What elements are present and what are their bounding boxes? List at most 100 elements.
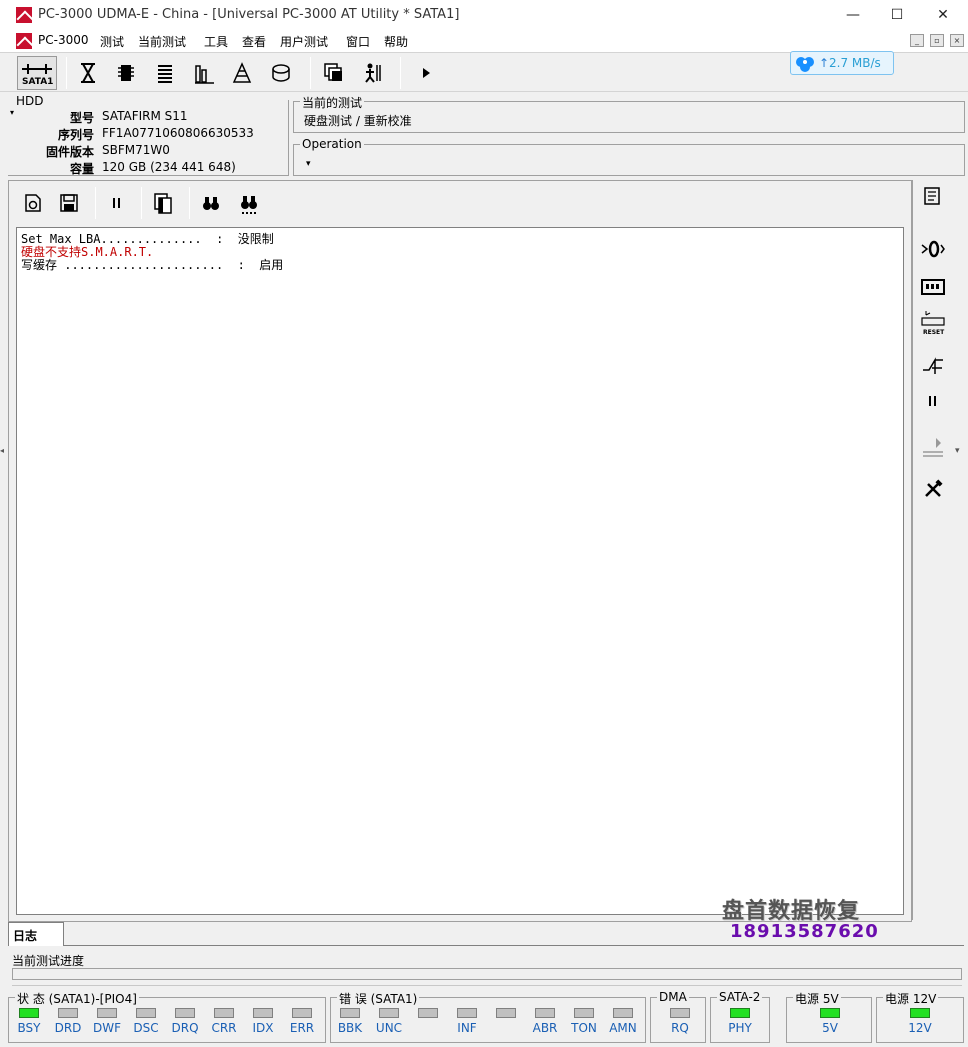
current-test-panel: 当前的测试 硬盘测试 / 重新校准 — [293, 94, 965, 133]
right-panel-expand-icon[interactable]: ▾ — [955, 446, 960, 456]
mdi-close-button[interactable]: × — [950, 34, 964, 47]
tools-icon[interactable] — [919, 476, 947, 502]
person-icon[interactable] — [360, 61, 384, 85]
chip-icon[interactable] — [114, 61, 138, 85]
mdi-restore-button[interactable]: ▫ — [930, 34, 944, 47]
speed-widget[interactable]: ↑ 2.7 MB/s — [790, 51, 894, 75]
status-group-power12: 电源 12V — [876, 990, 964, 1043]
status-group-power5: 电源 5V — [786, 990, 872, 1043]
app-logo-icon — [16, 7, 32, 23]
status-led — [379, 1008, 399, 1018]
serial-value: FF1A0771060806630533 — [102, 126, 254, 140]
title-bar: PC-3000 UDMA-E - China - [Universal PC-3… — [0, 0, 968, 30]
disabled-tool-icon — [919, 436, 947, 462]
operation-panel: Operation ▾ — [293, 137, 965, 176]
speed-value: 2.7 MB/s — [829, 56, 881, 70]
menu-user-test[interactable]: 用户测试 — [280, 33, 328, 50]
current-test-value: 硬盘测试 / 重新校准 — [304, 114, 412, 128]
zero-fill-icon[interactable] — [919, 236, 947, 262]
tower-icon[interactable] — [230, 61, 254, 85]
firmware-label: 固件版本 — [45, 145, 94, 159]
status-led — [730, 1008, 750, 1018]
status-led — [19, 1008, 39, 1018]
status-led — [910, 1008, 930, 1018]
find-icon[interactable] — [199, 191, 223, 215]
bar-chart-icon[interactable] — [192, 61, 216, 85]
menu-test[interactable]: 测试 — [100, 33, 124, 50]
close-button[interactable]: ✕ — [920, 0, 966, 30]
tab-divider — [64, 945, 964, 946]
status-led-label: INF — [457, 1021, 477, 1035]
log-line: 写缓存 ...................... : 启用 — [21, 258, 284, 272]
status-led — [58, 1008, 78, 1018]
toolbar-separator — [141, 187, 142, 219]
hourglass-icon[interactable] — [76, 61, 100, 85]
pause-icon[interactable] — [105, 191, 129, 215]
toolbar-separator — [310, 57, 311, 89]
list-icon[interactable] — [154, 61, 178, 85]
serial-label: 序列号 — [57, 128, 94, 142]
save-icon[interactable] — [57, 191, 81, 215]
menu-current-test[interactable]: 当前测试 — [138, 33, 186, 50]
app-menu-icon[interactable] — [16, 33, 32, 49]
right-toolbar: RESET — [912, 180, 952, 920]
mdi-minimize-button[interactable]: _ — [910, 34, 924, 47]
dma-legend: DMA — [657, 990, 689, 1004]
menu-pc3000[interactable]: PC-3000 — [38, 33, 88, 47]
status-group-dma: DMA — [650, 990, 706, 1043]
copy-icon[interactable] — [151, 191, 175, 215]
status-group-state: 状 态 (SATA1)-[PIO4] — [8, 990, 326, 1043]
reset-icon[interactable]: RESET — [919, 310, 947, 336]
find-next-icon[interactable] — [237, 191, 261, 215]
play-icon[interactable] — [414, 61, 438, 85]
firmware-value: SBFM71W0 — [102, 143, 170, 157]
status-led — [535, 1008, 555, 1018]
scroll-icon[interactable] — [919, 184, 947, 210]
pause-icon[interactable] — [919, 388, 947, 414]
state-legend: 状 态 (SATA1)-[PIO4] — [15, 990, 139, 1007]
sata-label: SATA1 — [22, 77, 54, 87]
status-led-label: UNC — [375, 1021, 403, 1035]
status-led-label: AMN — [609, 1021, 637, 1035]
status-led-label: TON — [571, 1021, 597, 1035]
status-led-label: DWF — [92, 1021, 121, 1035]
menu-tools[interactable]: 工具 — [204, 33, 228, 50]
sata-port-button[interactable]: SATA1 — [17, 56, 57, 90]
memory-icon[interactable] — [919, 274, 947, 300]
power-switch-icon[interactable] — [919, 350, 947, 376]
status-led — [97, 1008, 117, 1018]
status-led-label: RQ — [671, 1021, 689, 1035]
log-text-area[interactable]: Set Max LBA.............. : 没限制 硬盘不支持S.M… — [16, 227, 904, 915]
menu-view[interactable]: 查看 — [242, 33, 266, 50]
sata-connector-icon — [22, 64, 52, 74]
status-led-label: DRQ — [171, 1021, 199, 1035]
status-led-label: DRD — [54, 1021, 82, 1035]
window-title: PC-3000 UDMA-E - China - [Universal PC-3… — [38, 7, 460, 22]
settings-file-icon[interactable] — [21, 191, 45, 215]
menu-help[interactable]: 帮助 — [384, 33, 408, 50]
status-group-sata2: SATA-2 — [710, 990, 770, 1043]
status-led-label: BSY — [17, 1021, 41, 1035]
windows-icon[interactable] — [322, 61, 346, 85]
status-led — [496, 1008, 516, 1018]
status-led — [613, 1008, 633, 1018]
svg-text:RESET: RESET — [923, 329, 945, 336]
status-led-label: CRR — [211, 1021, 237, 1035]
model-value: SATAFIRM S11 — [102, 109, 188, 123]
disk-icon[interactable] — [270, 61, 294, 85]
power5-legend: 电源 5V — [793, 990, 841, 1007]
status-led — [292, 1008, 312, 1018]
progress-bar — [12, 968, 962, 980]
toolbar-separator — [189, 187, 190, 219]
menu-window[interactable]: 窗口 — [346, 33, 370, 50]
status-led — [670, 1008, 690, 1018]
left-panel-expand-icon[interactable]: ◂ — [0, 446, 4, 455]
status-led — [574, 1008, 594, 1018]
operation-dropdown[interactable]: ▾ — [306, 159, 311, 169]
tab-log[interactable]: 日志 — [8, 922, 64, 946]
maximize-button[interactable]: ☐ — [874, 0, 920, 30]
status-led — [457, 1008, 477, 1018]
hdd-panel: HDD ▾ 型号 SATAFIRM S11 序列号 FF1A0771060806… — [8, 94, 289, 176]
minimize-button[interactable]: — — [830, 0, 876, 30]
status-led — [175, 1008, 195, 1018]
